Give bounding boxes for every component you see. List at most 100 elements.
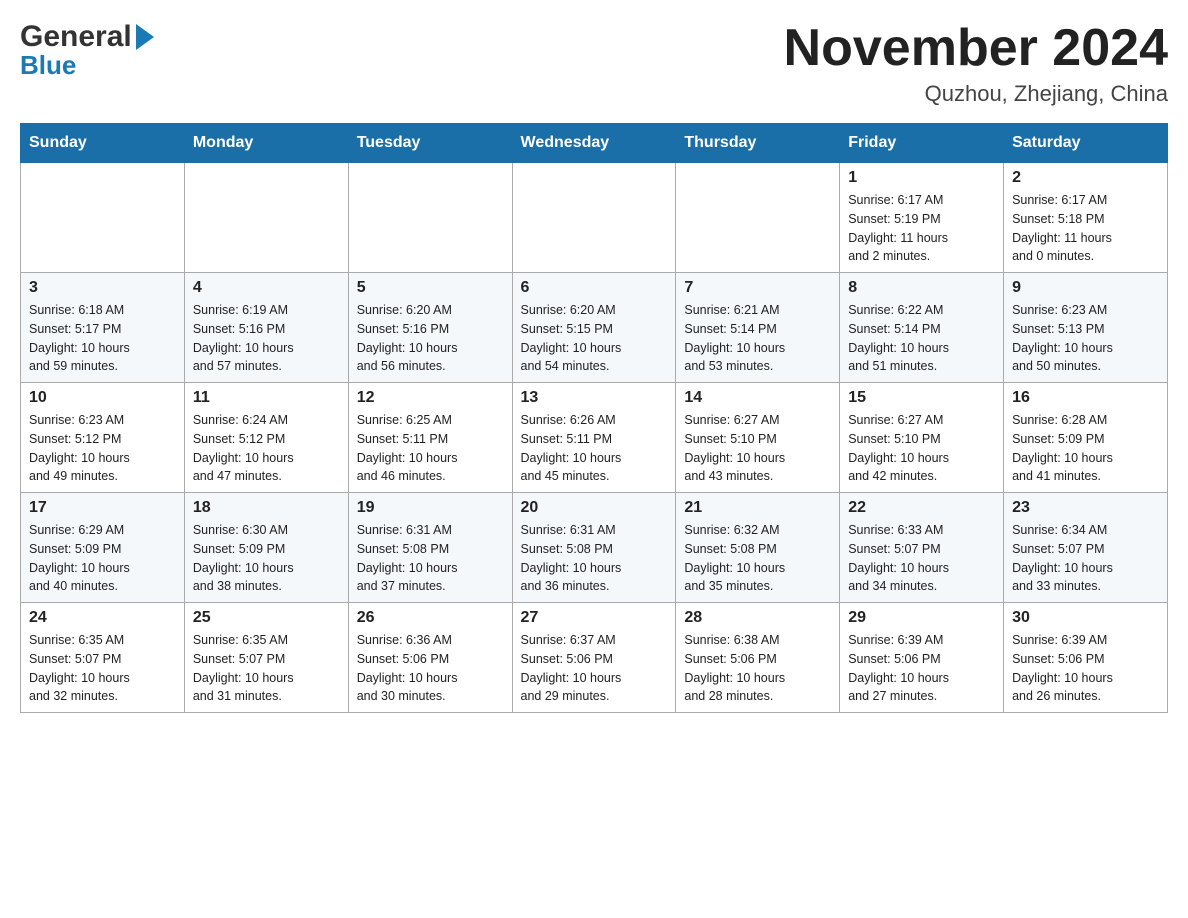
calendar-week-row: 10 Sunrise: 6:23 AMSunset: 5:12 PMDayligh… [21,383,1168,493]
calendar-cell: 5 Sunrise: 6:20 AMSunset: 5:16 PMDaylight… [348,273,512,383]
day-number: 22 [848,499,995,517]
logo-triangle-icon [136,24,154,50]
day-info: Sunrise: 6:39 AMSunset: 5:06 PMDaylight:… [848,631,995,706]
calendar-week-row: 24Sunrise: 6:35 AMSunset: 5:07 PMDayligh… [21,603,1168,713]
day-info: Sunrise: 6:29 AMSunset: 5:09 PMDaylight:… [29,521,176,596]
calendar-cell: 4 Sunrise: 6:19 AMSunset: 5:16 PMDaylight… [184,273,348,383]
day-info: Sunrise: 6:20 AMSunset: 5:16 PMDaylight:… [357,301,504,376]
day-number: 18 [193,499,340,517]
day-number: 4 [193,279,340,297]
calendar-week-row: 3Sunrise: 6:18 AMSunset: 5:17 PMDaylight… [21,273,1168,383]
day-number: 21 [684,499,831,517]
calendar-cell: 15Sunrise: 6:27 AMSunset: 5:10 PMDayligh… [840,383,1004,493]
day-info: Sunrise: 6:21 AMSunset: 5:14 PMDaylight:… [684,301,831,376]
header-thursday: Thursday [676,124,840,163]
day-number: 7 [684,279,831,297]
day-info: Sunrise: 6:23 AMSunset: 5:13 PMDaylight:… [1012,301,1159,376]
calendar-week-row: 17 Sunrise: 6:29 AMSunset: 5:09 PMDayligh… [21,493,1168,603]
header-saturday: Saturday [1004,124,1168,163]
day-number: 19 [357,499,504,517]
day-number: 16 [1012,389,1159,407]
header-friday: Friday [840,124,1004,163]
day-number: 28 [684,609,831,627]
location: Quzhou, Zhejiang, China [784,81,1168,107]
day-info: Sunrise: 6:36 AMSunset: 5:06 PMDaylight:… [357,631,504,706]
calendar-cell: 19 Sunrise: 6:31 AMSunset: 5:08 PMDayligh… [348,493,512,603]
day-info: Sunrise: 6:38 AMSunset: 5:06 PMDaylight:… [684,631,831,706]
calendar-cell: 6 Sunrise: 6:20 AMSunset: 5:15 PMDaylight… [512,273,676,383]
day-info: Sunrise: 6:23 AMSunset: 5:12 PMDaylight:… [29,411,176,486]
day-number: 11 [193,389,340,407]
day-info: Sunrise: 6:25 AMSunset: 5:11 PMDaylight:… [357,411,504,486]
day-number: 8 [848,279,995,297]
calendar-cell [184,163,348,273]
calendar-cell: 26 Sunrise: 6:36 AMSunset: 5:06 PMDayligh… [348,603,512,713]
day-number: 12 [357,389,504,407]
calendar-cell [512,163,676,273]
day-info: Sunrise: 6:24 AMSunset: 5:12 PMDaylight:… [193,411,340,486]
calendar-cell: 28 Sunrise: 6:38 AMSunset: 5:06 PMDayligh… [676,603,840,713]
day-info: Sunrise: 6:22 AMSunset: 5:14 PMDaylight:… [848,301,995,376]
day-info: Sunrise: 6:33 AMSunset: 5:07 PMDaylight:… [848,521,995,596]
calendar-cell: 8 Sunrise: 6:22 AMSunset: 5:14 PMDaylight… [840,273,1004,383]
calendar-cell: 2Sunrise: 6:17 AMSunset: 5:18 PMDaylight… [1004,163,1168,273]
day-info: Sunrise: 6:35 AMSunset: 5:07 PMDaylight:… [29,631,176,706]
day-number: 1 [848,169,995,187]
day-number: 25 [193,609,340,627]
calendar-cell: 3Sunrise: 6:18 AMSunset: 5:17 PMDaylight… [21,273,185,383]
calendar-cell: 24Sunrise: 6:35 AMSunset: 5:07 PMDayligh… [21,603,185,713]
day-info: Sunrise: 6:27 AMSunset: 5:10 PMDaylight:… [684,411,831,486]
calendar-cell: 10 Sunrise: 6:23 AMSunset: 5:12 PMDayligh… [21,383,185,493]
calendar-cell: 1 Sunrise: 6:17 AMSunset: 5:19 PMDaylight… [840,163,1004,273]
calendar-table: SundayMondayTuesdayWednesdayThursdayFrid… [20,123,1168,713]
day-number: 26 [357,609,504,627]
day-number: 6 [521,279,668,297]
calendar-cell: 20 Sunrise: 6:31 AMSunset: 5:08 PMDayligh… [512,493,676,603]
calendar-cell: 22 Sunrise: 6:33 AMSunset: 5:07 PMDayligh… [840,493,1004,603]
day-info: Sunrise: 6:31 AMSunset: 5:08 PMDaylight:… [357,521,504,596]
day-info: Sunrise: 6:35 AMSunset: 5:07 PMDaylight:… [193,631,340,706]
calendar-cell [348,163,512,273]
calendar-cell: 21 Sunrise: 6:32 AMSunset: 5:08 PMDayligh… [676,493,840,603]
calendar-cell: 23Sunrise: 6:34 AMSunset: 5:07 PMDayligh… [1004,493,1168,603]
day-number: 10 [29,389,176,407]
calendar-cell [676,163,840,273]
title-area: November 2024 Quzhou, Zhejiang, China [784,20,1168,107]
day-info: Sunrise: 6:31 AMSunset: 5:08 PMDaylight:… [521,521,668,596]
day-info: Sunrise: 6:37 AMSunset: 5:06 PMDaylight:… [521,631,668,706]
day-info: Sunrise: 6:32 AMSunset: 5:08 PMDaylight:… [684,521,831,596]
header-sunday: Sunday [21,124,185,163]
calendar-cell: 27 Sunrise: 6:37 AMSunset: 5:06 PMDayligh… [512,603,676,713]
day-number: 5 [357,279,504,297]
day-info: Sunrise: 6:30 AMSunset: 5:09 PMDaylight:… [193,521,340,596]
calendar-cell: 16Sunrise: 6:28 AMSunset: 5:09 PMDayligh… [1004,383,1168,493]
day-number: 30 [1012,609,1159,627]
day-info: Sunrise: 6:17 AMSunset: 5:19 PMDaylight:… [848,191,995,266]
day-number: 17 [29,499,176,517]
calendar-cell: 25 Sunrise: 6:35 AMSunset: 5:07 PMDayligh… [184,603,348,713]
day-info: Sunrise: 6:20 AMSunset: 5:15 PMDaylight:… [521,301,668,376]
day-info: Sunrise: 6:19 AMSunset: 5:16 PMDaylight:… [193,301,340,376]
logo-general-text: General [20,20,132,54]
calendar-cell: 29Sunrise: 6:39 AMSunset: 5:06 PMDayligh… [840,603,1004,713]
calendar-header-row: SundayMondayTuesdayWednesdayThursdayFrid… [21,124,1168,163]
calendar-cell: 12 Sunrise: 6:25 AMSunset: 5:11 PMDayligh… [348,383,512,493]
day-info: Sunrise: 6:26 AMSunset: 5:11 PMDaylight:… [521,411,668,486]
header-tuesday: Tuesday [348,124,512,163]
calendar-cell [21,163,185,273]
header: General Blue November 2024 Quzhou, Zheji… [20,20,1168,107]
day-number: 9 [1012,279,1159,297]
calendar-cell: 30Sunrise: 6:39 AMSunset: 5:06 PMDayligh… [1004,603,1168,713]
header-monday: Monday [184,124,348,163]
calendar-cell: 11 Sunrise: 6:24 AMSunset: 5:12 PMDayligh… [184,383,348,493]
calendar-cell: 17 Sunrise: 6:29 AMSunset: 5:09 PMDayligh… [21,493,185,603]
calendar-week-row: 1 Sunrise: 6:17 AMSunset: 5:19 PMDaylight… [21,163,1168,273]
day-number: 20 [521,499,668,517]
calendar-cell: 9 Sunrise: 6:23 AMSunset: 5:13 PMDaylight… [1004,273,1168,383]
header-wednesday: Wednesday [512,124,676,163]
day-number: 27 [521,609,668,627]
calendar-cell: 7 Sunrise: 6:21 AMSunset: 5:14 PMDaylight… [676,273,840,383]
day-number: 23 [1012,499,1159,517]
calendar-cell: 13 Sunrise: 6:26 AMSunset: 5:11 PMDayligh… [512,383,676,493]
day-number: 13 [521,389,668,407]
